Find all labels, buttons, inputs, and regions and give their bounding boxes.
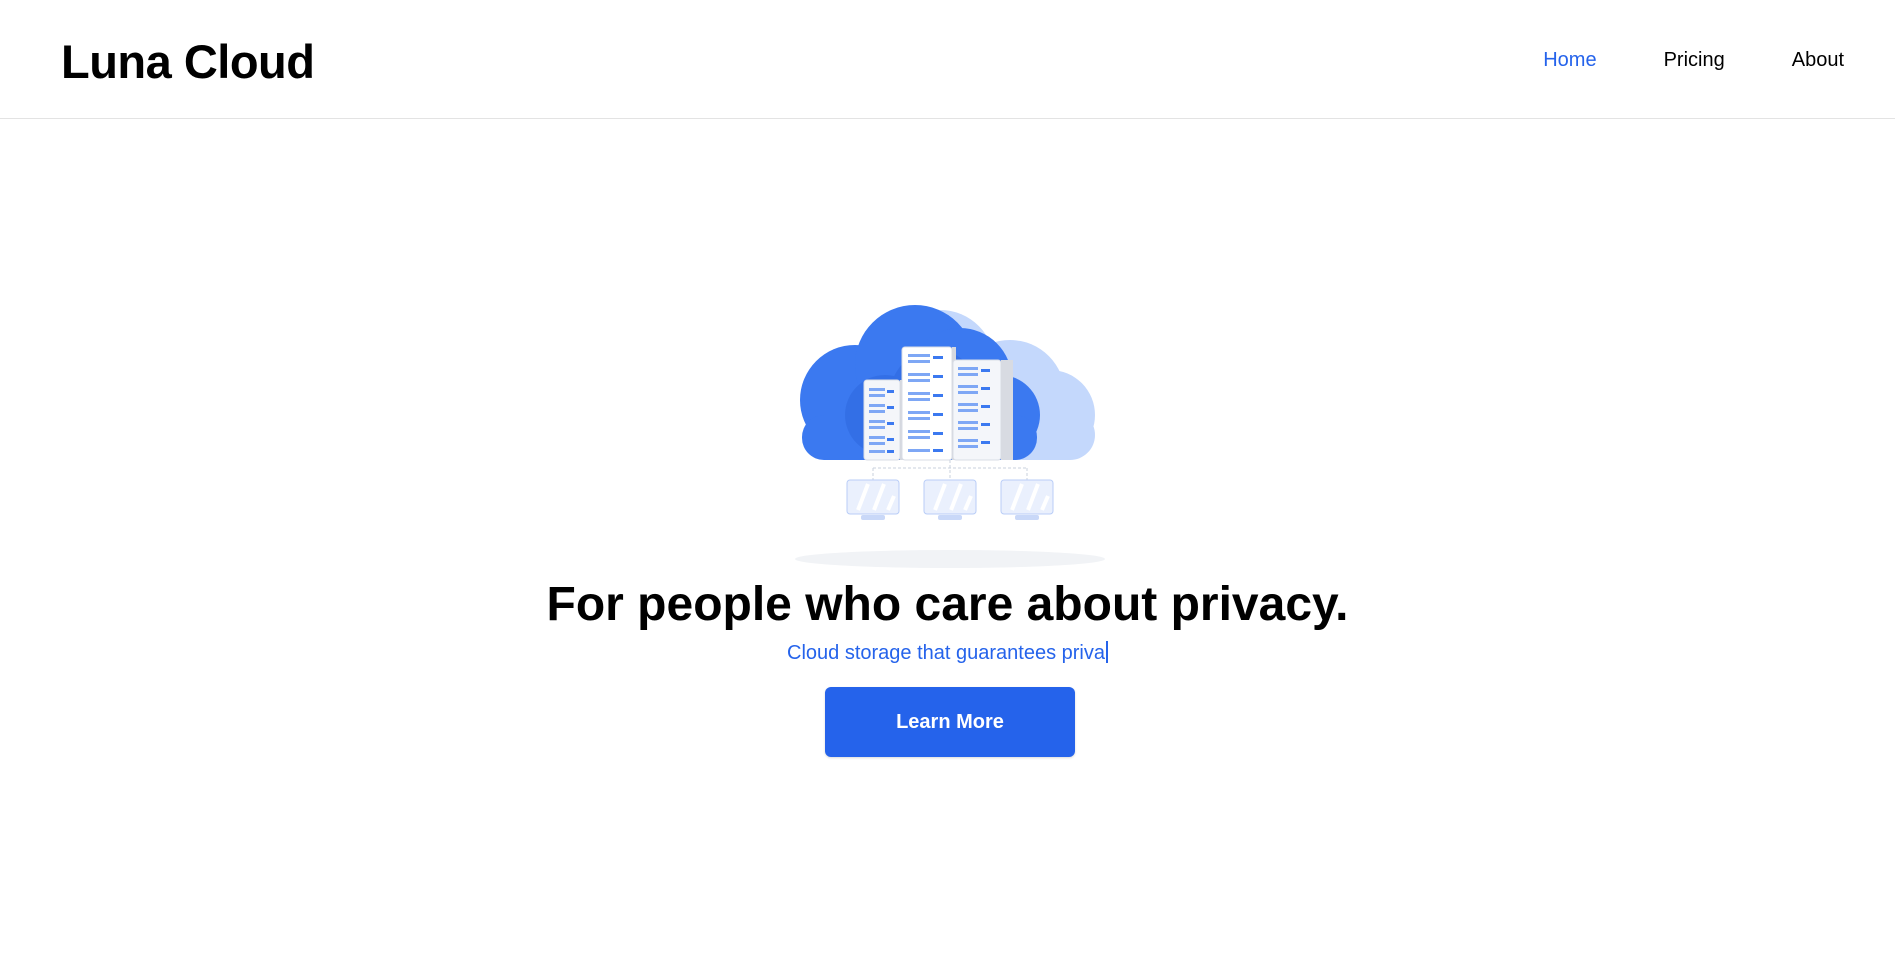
nav-link-about[interactable]: About xyxy=(1792,45,1844,75)
learn-more-button[interactable]: Learn More xyxy=(825,687,1075,757)
hero-headline: For people who care about privacy. xyxy=(546,578,1349,631)
site-header: Luna Cloud Home Pricing About xyxy=(0,0,1895,119)
connection-lines xyxy=(872,460,1028,480)
hero-subline-text: Cloud storage that guarantees priva xyxy=(787,642,1105,664)
site-logo[interactable]: Luna Cloud xyxy=(61,32,315,92)
cloud-servers-illustration xyxy=(795,305,1105,568)
hero-subline: Cloud storage that guarantees priva xyxy=(0,640,1895,666)
typing-caret xyxy=(1105,641,1108,663)
main-nav: Home Pricing About xyxy=(1476,45,1844,75)
nav-link-home[interactable]: Home xyxy=(1543,45,1596,75)
nav-link-pricing[interactable]: Pricing xyxy=(1664,45,1725,75)
ground-shadow xyxy=(795,550,1105,568)
client-monitors xyxy=(846,479,1054,520)
